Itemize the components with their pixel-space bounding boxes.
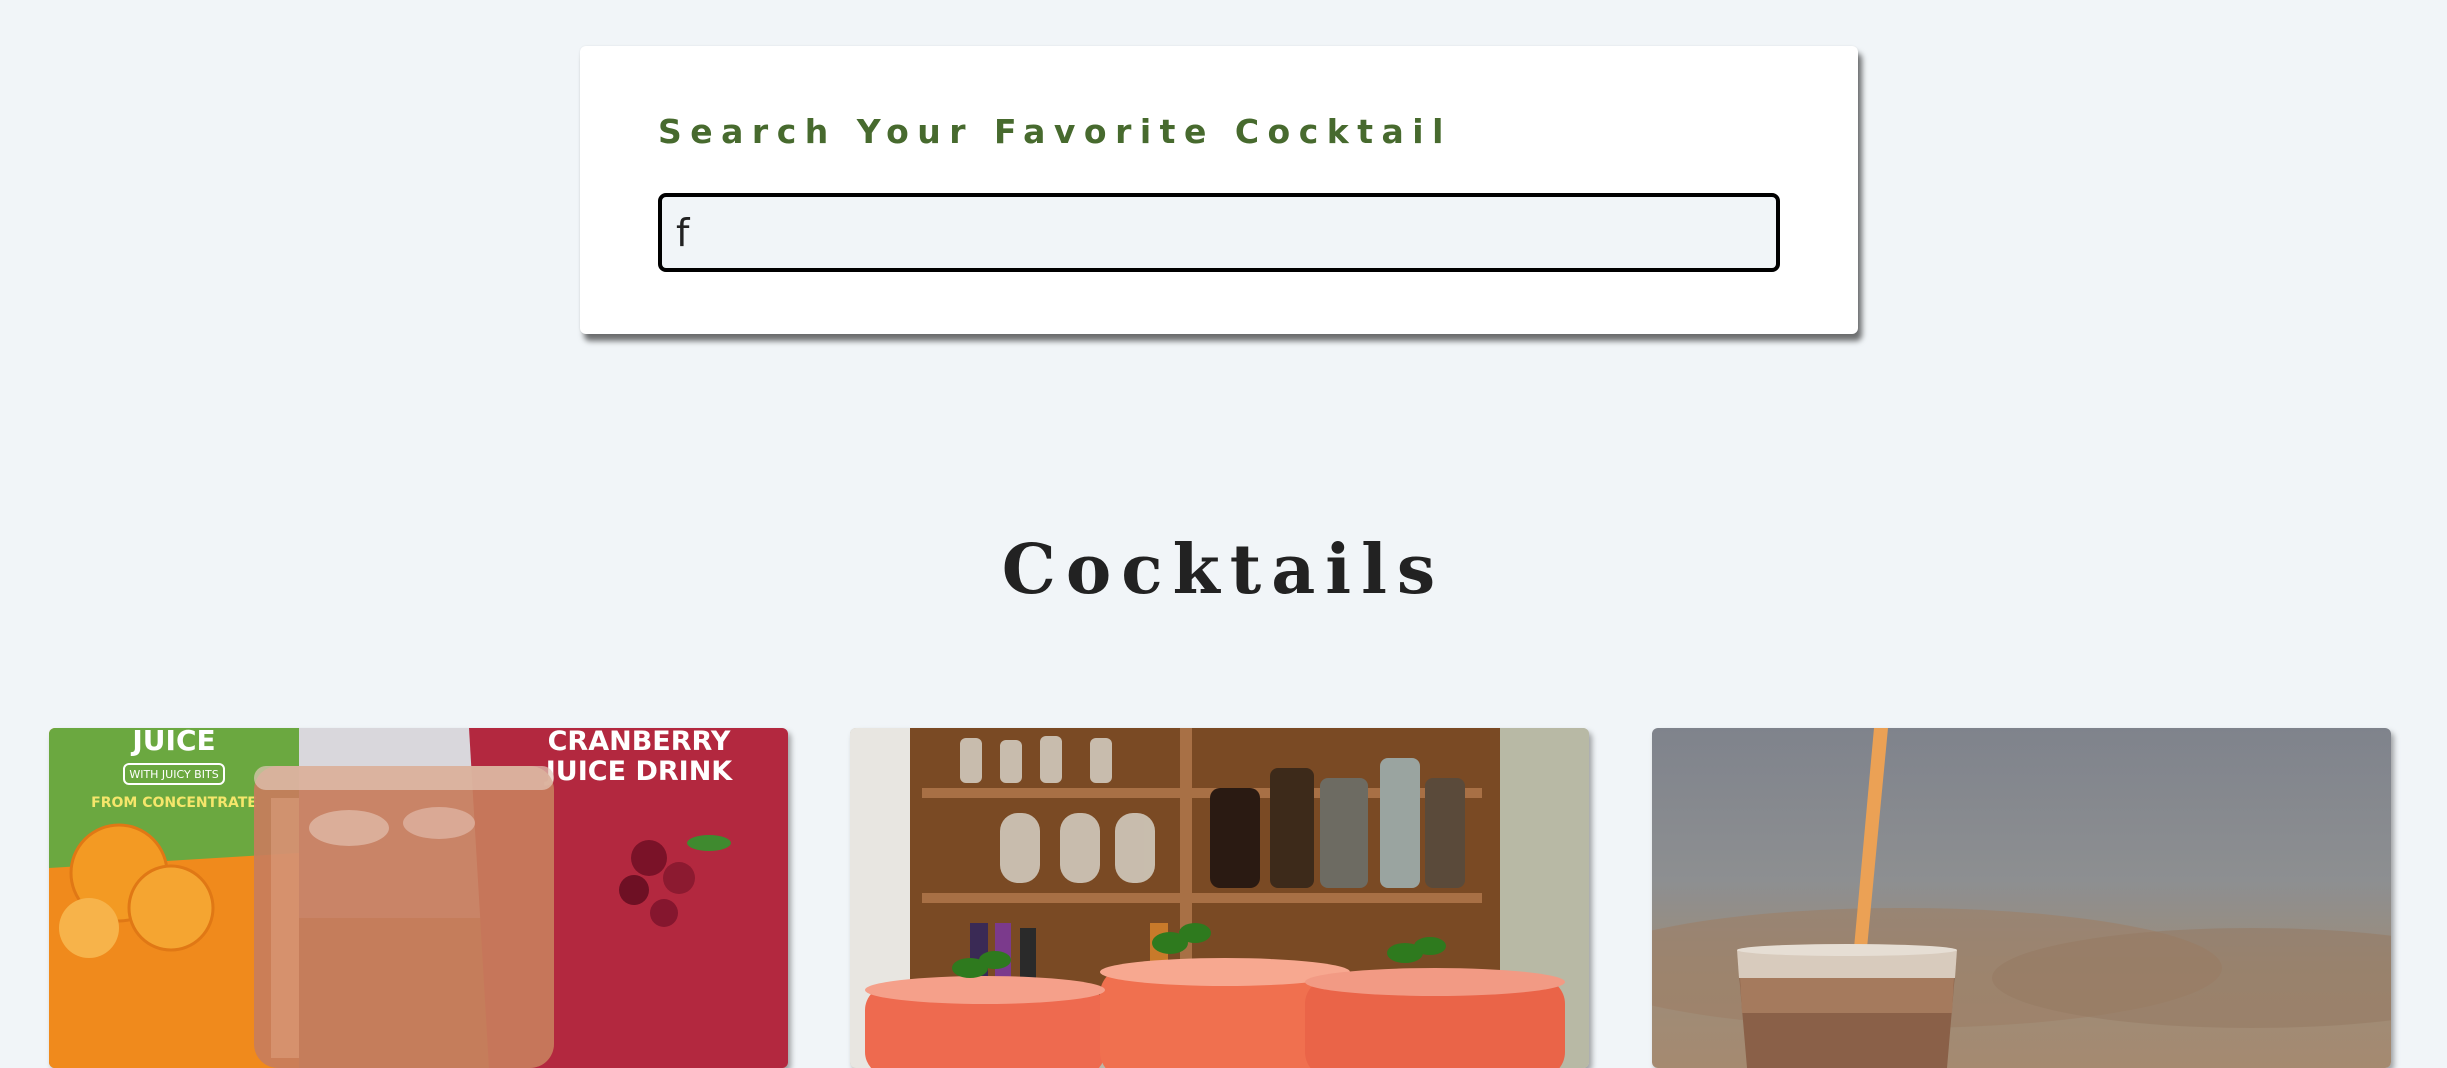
cocktail-card-2[interactable] bbox=[850, 728, 1589, 1068]
juicy-bits-text: WITH JUICY BITS bbox=[129, 768, 218, 781]
juice-text: JUICE bbox=[130, 728, 215, 757]
cocktail-image-2[interactable] bbox=[850, 728, 1589, 1068]
search-input[interactable] bbox=[658, 193, 1780, 272]
concentrate-text: FROM CONCENTRATE bbox=[91, 795, 257, 811]
section-title: Cocktails bbox=[1001, 530, 1446, 610]
cocktail-image-3[interactable] bbox=[1652, 728, 2391, 1068]
search-label: Search Your Favorite Cocktail bbox=[658, 112, 1452, 151]
cranberry-text: CRANBERRY bbox=[548, 728, 731, 757]
cocktail-card-1[interactable]: JUICE WITH JUICY BITS FROM CONCENTRATE C… bbox=[49, 728, 788, 1068]
cocktail-image-1[interactable]: JUICE WITH JUICY BITS FROM CONCENTRATE C… bbox=[49, 728, 788, 1068]
search-form: Search Your Favorite Cocktail bbox=[580, 46, 1858, 334]
juice-drink-text: JUICE DRINK bbox=[544, 756, 734, 787]
cocktail-card-3[interactable] bbox=[1652, 728, 2391, 1068]
